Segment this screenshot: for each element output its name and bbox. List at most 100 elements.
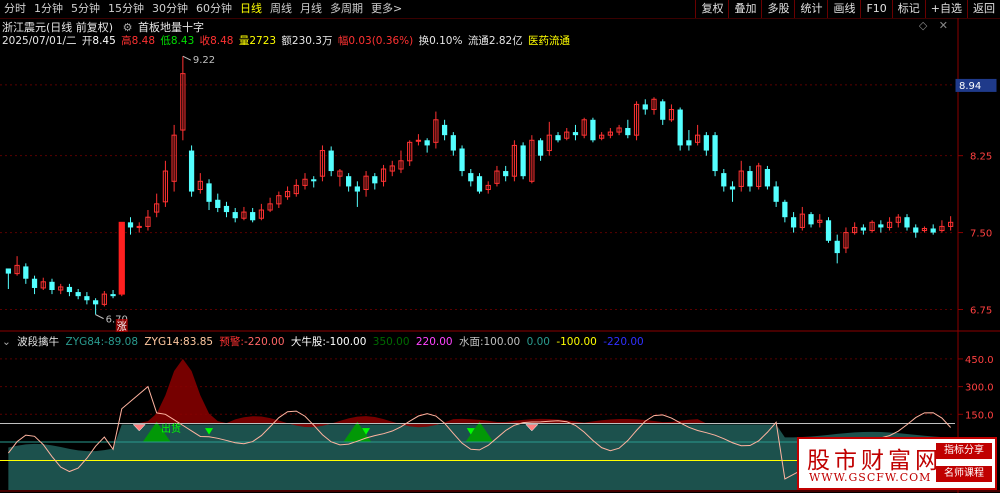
candle-body-down (476, 176, 483, 192)
period-tab-0[interactable]: 分时 (0, 0, 30, 18)
warning-gem-icon (525, 424, 539, 432)
candle-body-down (572, 132, 579, 136)
candle-body-up (162, 170, 169, 203)
period-tab-3[interactable]: 15分钟 (104, 0, 148, 18)
indicator-name[interactable]: 波段擒牛 (17, 336, 59, 348)
toolbar-button-4[interactable]: 画线 (827, 0, 860, 18)
current-price-box (955, 78, 997, 92)
candle-body-up (415, 139, 422, 142)
candle-body-up (668, 109, 675, 121)
value-220: 220.00 (415, 336, 453, 348)
period-tab-7[interactable]: 周线 (266, 0, 296, 18)
candle-body-up (389, 165, 395, 172)
period-tab-4[interactable]: 30分钟 (148, 0, 192, 18)
float-label: 流通 (467, 35, 489, 47)
indicator-tick-label: 300.0 (965, 383, 994, 394)
high-label: 9.22 (193, 55, 215, 66)
candle-body-up (886, 221, 893, 228)
candle-body-up (799, 213, 805, 228)
candle-body-down (250, 212, 256, 221)
toolbar-button-5[interactable]: F10 (860, 0, 891, 18)
indicator-toggle-icon[interactable]: ⌄ (2, 336, 11, 348)
candle-body-up (756, 165, 762, 187)
candle-body-down (188, 150, 195, 192)
low-label: 6.70 (106, 315, 128, 326)
candle-body-down (232, 212, 238, 219)
toolbar-button-7[interactable]: +自选 (924, 0, 967, 18)
candle-body-up (58, 286, 64, 291)
candle-body-down (520, 145, 526, 177)
sector-label[interactable]: 医药流通 (528, 35, 570, 47)
candle-body-down (215, 199, 221, 208)
period-menu: 分时 1分钟 5分钟 15分钟 30分钟 60分钟 日线 周线 月线 多周期 更多> (0, 0, 406, 18)
top-toolbar: 分时 1分钟 5分钟 15分钟 30分钟 60分钟 日线 周线 月线 多周期 更多> 复权 叠加 多股统… (0, 0, 1000, 19)
low-value: 8.43 (170, 35, 195, 47)
water-value: 100.00 (483, 336, 521, 348)
high-label: 高 (121, 35, 132, 47)
toolbar-button-8[interactable]: 返回 (967, 0, 1000, 18)
candle-body-down (223, 205, 230, 213)
period-tab-5[interactable]: 60分钟 (192, 0, 236, 18)
candle-body-down (878, 224, 884, 228)
candle-body-up (529, 139, 535, 182)
candle-body-up (258, 209, 264, 219)
toolbar-button-6[interactable]: 标记 (891, 0, 925, 18)
candle-body-down (642, 104, 648, 110)
candle-body-up (616, 127, 622, 133)
high-value: 8.48 (131, 35, 156, 47)
candle-body-up (599, 134, 605, 139)
candle-body-down (721, 173, 727, 187)
candle-body-down (537, 140, 544, 156)
bull-signal-area (465, 421, 494, 442)
down-arrow-icon (466, 428, 475, 435)
candle-body-up (398, 160, 404, 170)
toolbar-button-3[interactable]: 统计 (794, 0, 827, 18)
period-tab-10[interactable]: 更多> (367, 0, 406, 18)
candle-body-down (590, 119, 596, 141)
candle-body-down (555, 135, 561, 141)
price-tick-label: 7.50 (970, 229, 992, 240)
period-tab-6[interactable]: 日线 (236, 0, 266, 18)
candle-body-down (703, 135, 709, 151)
period-tab-1[interactable]: 1分钟 (30, 0, 67, 18)
candle-body-down (5, 268, 11, 274)
price-tick-label: 8.25 (970, 152, 992, 163)
candle-body-up (337, 170, 343, 177)
period-tab-8[interactable]: 月线 (296, 0, 326, 18)
candle-body-up (939, 225, 945, 232)
candle-body-up (433, 119, 439, 143)
candle-body-up (921, 227, 928, 232)
toolbar-button-2[interactable]: 多股 (761, 0, 794, 18)
candle-body-down (328, 150, 334, 172)
toolbar-button-1[interactable]: 叠加 (728, 0, 761, 18)
turnover-label: 换 (418, 35, 430, 47)
bull-signal-area (343, 421, 372, 442)
period-tab-2[interactable]: 5分钟 (67, 0, 104, 18)
candle-body-up (14, 264, 20, 275)
open-label: 开 (81, 35, 93, 47)
candle-body-down (66, 286, 73, 293)
candle-body-up (843, 232, 849, 249)
candle-body-down (84, 296, 90, 301)
diamond-icon[interactable]: ◇ (919, 19, 927, 32)
toolbar-button-0[interactable]: 复权 (695, 0, 728, 18)
candle-body-down (503, 171, 509, 177)
site-logo: 股市财富网 WWW.GSCFW.COM 指标分享 名师课程 (797, 437, 997, 490)
zyg14-value: 83.85 (183, 336, 214, 348)
close-icon[interactable]: ✕ (939, 19, 948, 32)
bull-value: -100.00 (325, 336, 367, 348)
candle-body-up (511, 144, 518, 177)
candle-body-down (110, 294, 116, 297)
candle-body-up (651, 98, 657, 111)
period-tab-9[interactable]: 多周期 (326, 0, 367, 18)
candle-body-down (677, 109, 683, 146)
logo-url: WWW.GSCFW.COM (809, 471, 932, 484)
current-price-label: 8.94 (959, 81, 981, 92)
value-0: 0.00 (526, 336, 550, 348)
candle-body-down (834, 240, 840, 254)
candle-body-up (817, 219, 823, 223)
candlestick-chart[interactable]: 出货 8.94 8.25 7.50 6.75 450.0 300.0 150.0 9.22 6… (0, 0, 1000, 493)
candle-body-down (773, 186, 779, 202)
change-value: 0.03(0.36%) (348, 35, 414, 47)
candle-body-down (346, 176, 352, 187)
